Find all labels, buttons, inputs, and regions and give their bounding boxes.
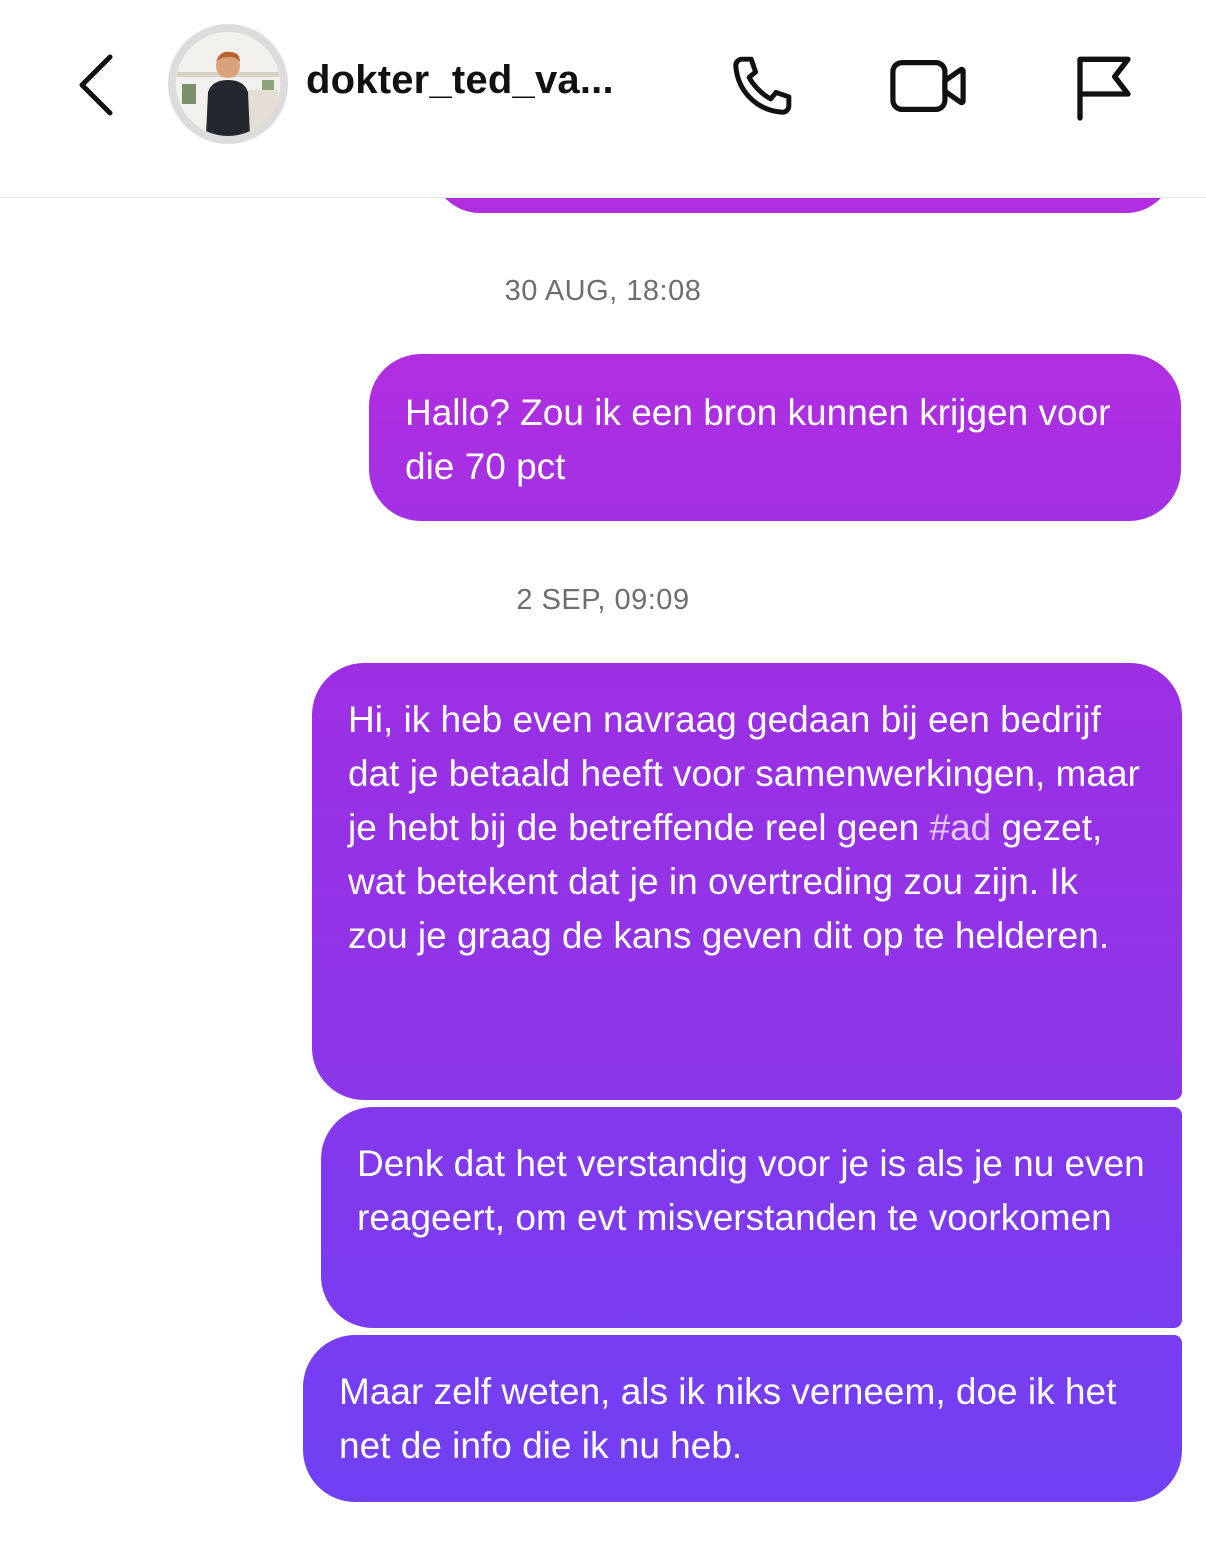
chat-username[interactable]: dokter_ted_va... [306, 58, 614, 103]
audio-call-button[interactable] [722, 48, 802, 124]
timestamp: 2 SEP, 09:09 [516, 584, 690, 616]
back-button[interactable] [64, 50, 128, 120]
message-bubble[interactable]: Hi, ik heb even navraag gedaan bij een b… [312, 663, 1182, 1100]
message-bubble[interactable]: Hallo? Zou ik een bron kunnen krijgen vo… [369, 354, 1181, 521]
profile-avatar[interactable] [168, 24, 288, 144]
message-list[interactable]: 30 AUG, 18:08 Hallo? Zou ik een bron kun… [0, 198, 1206, 1546]
timestamp: 30 AUG, 18:08 [504, 275, 702, 307]
message-bubble[interactable]: Denk dat het verstandig voor je is als j… [321, 1107, 1182, 1328]
message-text: Maar zelf weten, als ik niks verneem, do… [339, 1371, 1117, 1466]
phone-icon [733, 56, 792, 115]
chat-header: dokter_ted_va... [0, 0, 1206, 198]
message-text: Denk dat het verstandig voor je is als j… [357, 1143, 1145, 1238]
report-button[interactable] [1064, 48, 1144, 124]
flag-icon [1077, 56, 1131, 121]
hashtag-link[interactable]: #ad [930, 807, 992, 848]
avatar-photo [176, 32, 280, 136]
message-text: Hallo? Zou ik een bron kunnen krijgen vo… [405, 392, 1111, 487]
message-bubble[interactable]: Maar zelf weten, als ik niks verneem, do… [303, 1335, 1182, 1502]
chevron-left-icon [79, 54, 113, 116]
video-camera-icon [890, 60, 966, 112]
video-call-button[interactable] [888, 48, 968, 124]
previous-message-bubble[interactable] [432, 198, 1174, 213]
